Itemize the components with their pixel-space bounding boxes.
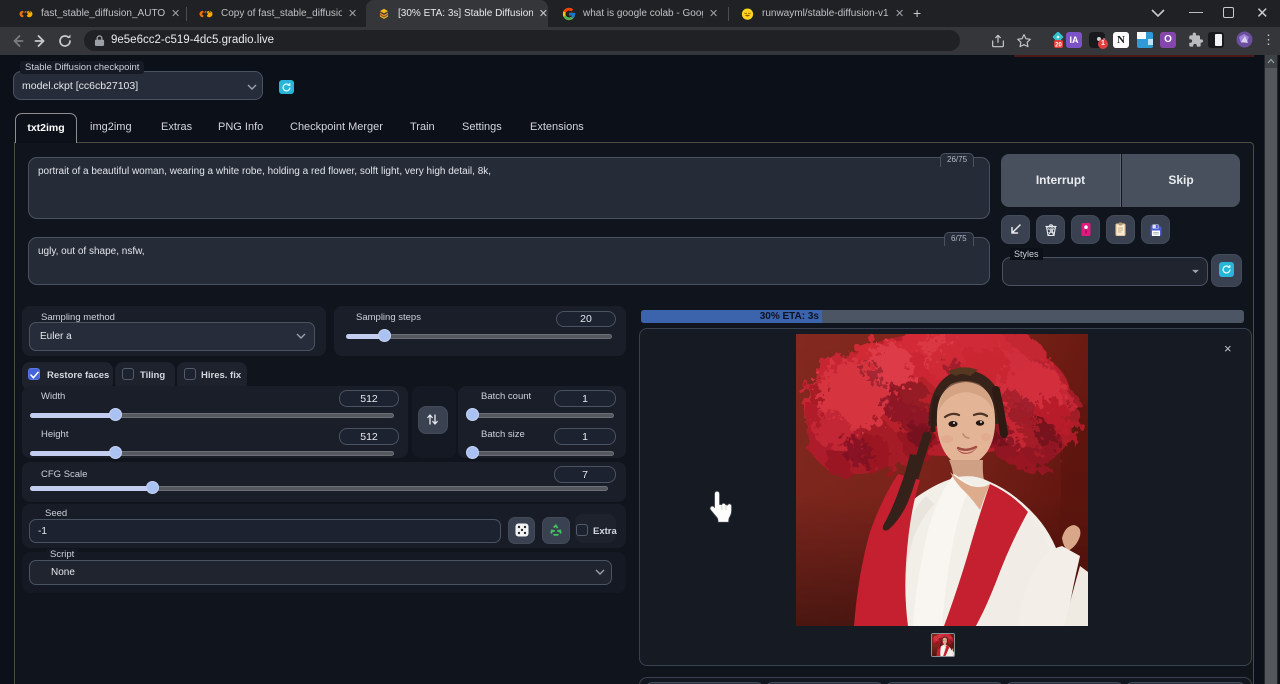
svg-text:20: 20 — [1055, 43, 1062, 49]
